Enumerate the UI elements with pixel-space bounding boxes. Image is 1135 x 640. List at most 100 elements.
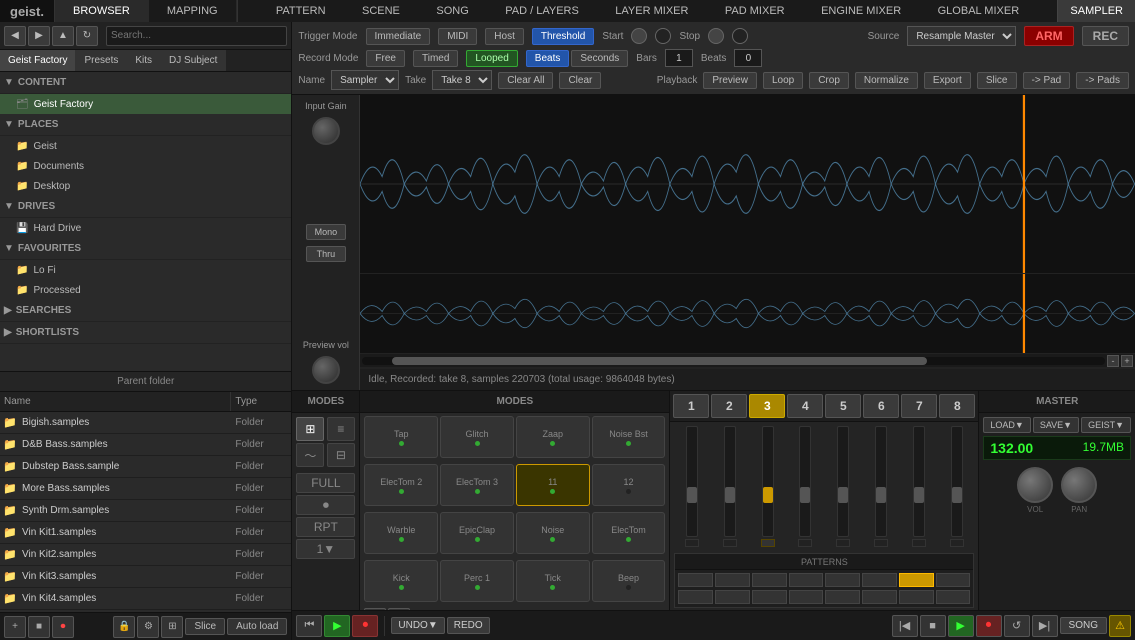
fader-handle-6[interactable] (876, 487, 886, 503)
pad-11[interactable]: 11 (516, 464, 590, 506)
engine-1-btn[interactable]: 1 (673, 394, 709, 418)
pad-noise-bst[interactable]: Noise Bst (592, 416, 666, 458)
export-button[interactable]: Export (924, 72, 971, 89)
mode-number-button[interactable]: 1▼ (296, 539, 355, 559)
pattern-cell-active[interactable] (899, 573, 934, 587)
fader-handle-3[interactable] (763, 487, 773, 503)
arm-button[interactable]: ARM (1024, 26, 1073, 46)
trigger-host[interactable]: Host (485, 28, 524, 45)
tree-item-geist-factory[interactable]: 🗂 Geist Factory (0, 94, 291, 114)
tab-global-mixer[interactable]: GLOBAL MIXER (938, 5, 1020, 17)
record-timed[interactable]: Timed (413, 50, 458, 67)
tab-pad-layers[interactable]: PAD / LAYERS (505, 5, 579, 17)
file-row[interactable]: 📁More Bass.samplesFolder (0, 478, 291, 500)
beats-button[interactable]: Beats (526, 50, 570, 67)
load-button[interactable]: LOAD▼ (983, 417, 1030, 433)
pad-glitch[interactable]: Glitch (440, 416, 514, 458)
loop-button[interactable]: Loop (763, 72, 803, 89)
file-row[interactable]: 📁Synth Drm.samplesFolder (0, 500, 291, 522)
tab-pattern[interactable]: PATTERN (276, 5, 326, 17)
fader-track-8[interactable] (951, 426, 963, 537)
fader-handle-2[interactable] (725, 487, 735, 503)
pattern-cell[interactable] (715, 573, 750, 587)
file-row[interactable]: 📁Vin Kit3.samplesFolder (0, 566, 291, 588)
refresh-button[interactable]: ↻ (76, 26, 98, 46)
pattern-cell[interactable] (752, 573, 787, 587)
pattern-cell[interactable] (678, 573, 713, 587)
tab-pad-mixer[interactable]: PAD MIXER (725, 5, 785, 17)
tab-geist-factory[interactable]: Geist Factory (0, 50, 76, 71)
name-select[interactable]: Sampler (331, 70, 399, 90)
file-row[interactable]: 📁Vin Kit2.samplesFolder (0, 544, 291, 566)
mono-button[interactable]: Mono (306, 224, 346, 240)
tab-layer-mixer[interactable]: LAYER MIXER (615, 5, 688, 17)
pattern-cell[interactable] (825, 573, 860, 587)
fader-handle-4[interactable] (800, 487, 810, 503)
master-knob-1[interactable] (1017, 467, 1053, 503)
pad-12[interactable]: 12 (592, 464, 666, 506)
to-pad-button[interactable]: -> Pad (1023, 72, 1071, 89)
rewind-button[interactable]: ⏮ (296, 615, 322, 637)
preview-button[interactable]: Preview (703, 72, 757, 89)
file-row[interactable]: 📁Bigish.samplesFolder (0, 412, 291, 434)
shortlists-section[interactable]: ▶ SHORTLISTS (0, 322, 291, 344)
play-button[interactable]: ▶ (324, 615, 350, 637)
fader-handle-8[interactable] (952, 487, 962, 503)
pattern-cell[interactable] (752, 590, 787, 604)
places-section[interactable]: ▼ PLACES (0, 114, 291, 136)
fader-track-2[interactable] (724, 426, 736, 537)
pattern-cell[interactable] (862, 573, 897, 587)
warning-button[interactable]: ⚠ (1109, 615, 1131, 637)
file-row[interactable]: 📁Vin Kit1.samplesFolder (0, 522, 291, 544)
forward-button[interactable]: ▶ (28, 26, 50, 46)
pad-tap[interactable]: Tap (364, 416, 438, 458)
master-knob-2[interactable] (1061, 467, 1097, 503)
engine-8-btn[interactable]: 8 (939, 394, 975, 418)
input-gain-knob[interactable] (312, 117, 340, 145)
redo-button[interactable]: REDO (447, 617, 490, 634)
slice-button[interactable]: Slice (185, 618, 225, 635)
fader-track-1[interactable] (686, 426, 698, 537)
favourites-section[interactable]: ▼ FAVOURITES (0, 238, 291, 260)
pad-electom2[interactable]: ElecTom 2 (364, 464, 438, 506)
file-row[interactable]: 📁Vin Kit4.samplesFolder (0, 588, 291, 610)
tab-kits[interactable]: Kits (127, 50, 161, 71)
tree-item-lo-fi[interactable]: 📁 Lo Fi (0, 260, 291, 280)
to-pads-button[interactable]: -> Pads (1076, 72, 1129, 89)
scroll-thumb[interactable] (392, 357, 927, 365)
file-row[interactable]: 📁D&B Bass.samplesFolder (0, 434, 291, 456)
tree-item-geist[interactable]: 📁 Geist (0, 136, 291, 156)
engine-5-btn[interactable]: 5 (825, 394, 861, 418)
pattern-cell[interactable] (678, 590, 713, 604)
seconds-button[interactable]: Seconds (571, 50, 628, 67)
engine-2-btn[interactable]: 2 (711, 394, 747, 418)
content-section[interactable]: ▼ CONTENT (0, 72, 291, 94)
slice-button[interactable]: Slice (977, 72, 1017, 89)
normalize-button[interactable]: Normalize (855, 72, 918, 89)
tree-item-documents[interactable]: 📁 Documents (0, 156, 291, 176)
file-row[interactable]: 📁Dubstep Bass.sampleFolder (0, 456, 291, 478)
trigger-immediate[interactable]: Immediate (366, 28, 431, 45)
trigger-threshold[interactable]: Threshold (532, 28, 594, 45)
pad-epicclap[interactable]: EpicClap (440, 512, 514, 554)
pad-warble[interactable]: Warble (364, 512, 438, 554)
pattern-cell[interactable] (936, 590, 971, 604)
thru-button[interactable]: Thru (306, 246, 346, 262)
waveform-scrollbar[interactable]: - + (360, 354, 1135, 368)
pad-electom3[interactable]: ElecTom 3 (440, 464, 514, 506)
trigger-midi[interactable]: MIDI (438, 28, 477, 45)
engine-6-btn[interactable]: 6 (863, 394, 899, 418)
add-button[interactable]: + (4, 616, 26, 638)
engine-4-btn[interactable]: 4 (787, 394, 823, 418)
record-looped[interactable]: Looped (466, 50, 517, 67)
start-dial[interactable] (631, 28, 647, 44)
lock-button[interactable]: 🔒 (113, 616, 135, 638)
next-button[interactable]: ▶| (1032, 615, 1058, 637)
take-select[interactable]: Take 8 (432, 70, 492, 90)
drives-section[interactable]: ▼ DRIVES (0, 196, 291, 218)
prev-button[interactable]: |◀ (892, 615, 918, 637)
song-button[interactable]: SONG (1060, 617, 1107, 634)
pad-noise[interactable]: Noise (516, 512, 590, 554)
mode-grid-button[interactable]: ⊞ (296, 417, 324, 441)
stop-indicator[interactable] (732, 28, 748, 44)
